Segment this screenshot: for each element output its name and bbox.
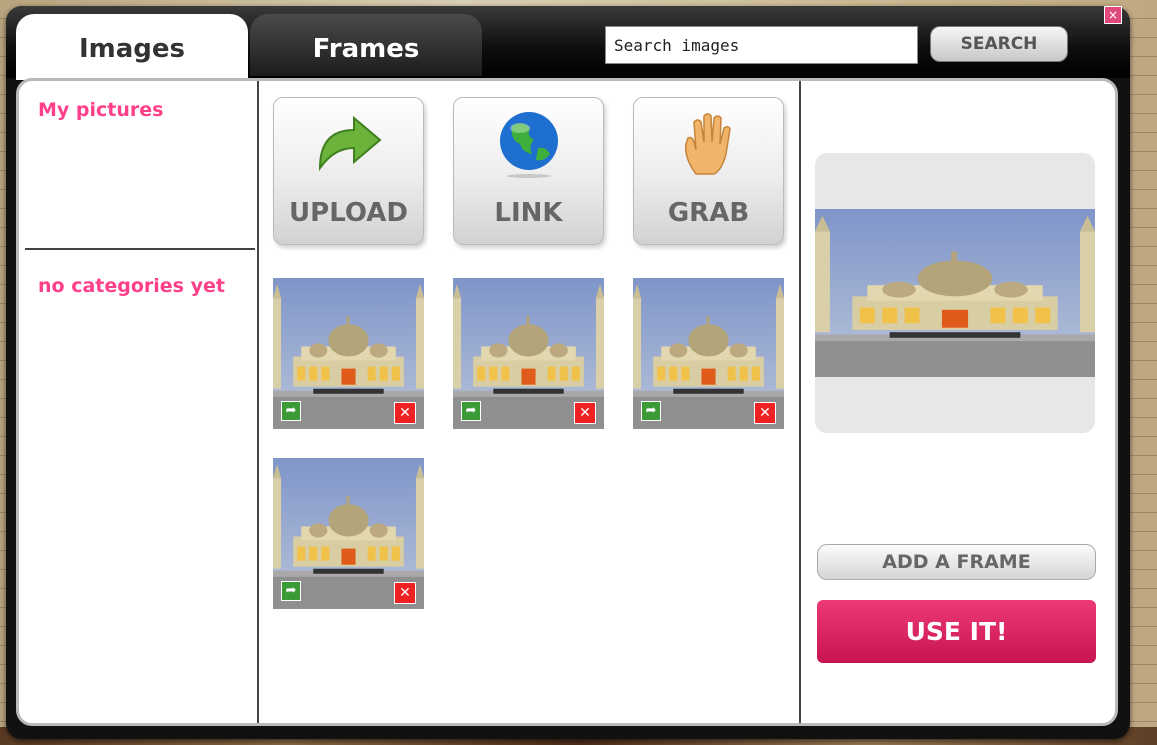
tab-frames[interactable]: Frames [250,14,482,76]
use-image-icon[interactable]: ➦ [461,401,481,421]
upload-label: UPLOAD [289,198,408,228]
dialog-topbar: Images Frames SEARCH [6,6,1130,80]
content-panel: My pictures no categories yet UPLOAD LIN… [16,78,1118,726]
grab-label: GRAB [667,198,750,228]
image-thumbnail[interactable]: ➦ ✕ [273,458,424,609]
delete-image-icon[interactable]: ✕ [394,582,416,604]
sidebar-divider [25,248,255,250]
link-label: LINK [494,198,563,228]
use-image-icon[interactable]: ➦ [641,401,661,421]
preview-image [815,209,1095,377]
upload-button[interactable]: UPLOAD [273,97,424,245]
tab-images[interactable]: Images [16,14,248,80]
tab-frames-label: Frames [312,34,420,64]
tab-images-label: Images [78,34,186,64]
search-input[interactable] [605,26,918,64]
green-arrow-icon [314,108,384,178]
sidebar: My pictures no categories yet [19,81,259,723]
delete-image-icon[interactable]: ✕ [394,402,416,424]
image-thumbnail[interactable]: ➦ ✕ [633,278,784,429]
use-image-icon[interactable]: ➦ [281,581,301,601]
search-button[interactable]: SEARCH [930,26,1068,62]
preview-frame [815,153,1095,433]
sidebar-my-pictures[interactable]: My pictures [38,99,163,121]
use-it-button[interactable]: USE IT! [817,600,1096,663]
link-button[interactable]: LINK [453,97,604,245]
hand-icon [674,108,744,178]
grab-button[interactable]: GRAB [633,97,784,245]
globe-icon [494,108,564,178]
image-thumbnail[interactable]: ➦ ✕ [453,278,604,429]
image-thumbnail[interactable]: ➦ ✕ [273,278,424,429]
mosque-preview-image [815,209,1095,377]
delete-image-icon[interactable]: ✕ [574,402,596,424]
close-icon[interactable]: × [1104,6,1122,24]
preview-column: ADD A FRAME USE IT! [803,81,1115,723]
image-picker-dialog: Images Frames SEARCH × My pictures no ca… [6,6,1130,739]
add-frame-button[interactable]: ADD A FRAME [817,544,1096,580]
image-grid: UPLOAD LINK GRAB ➦ ✕ ➦ ✕ ➦ ✕ ➦ ✕ [259,81,801,723]
sidebar-empty-categories: no categories yet [38,275,225,297]
use-image-icon[interactable]: ➦ [281,401,301,421]
delete-image-icon[interactable]: ✕ [754,402,776,424]
